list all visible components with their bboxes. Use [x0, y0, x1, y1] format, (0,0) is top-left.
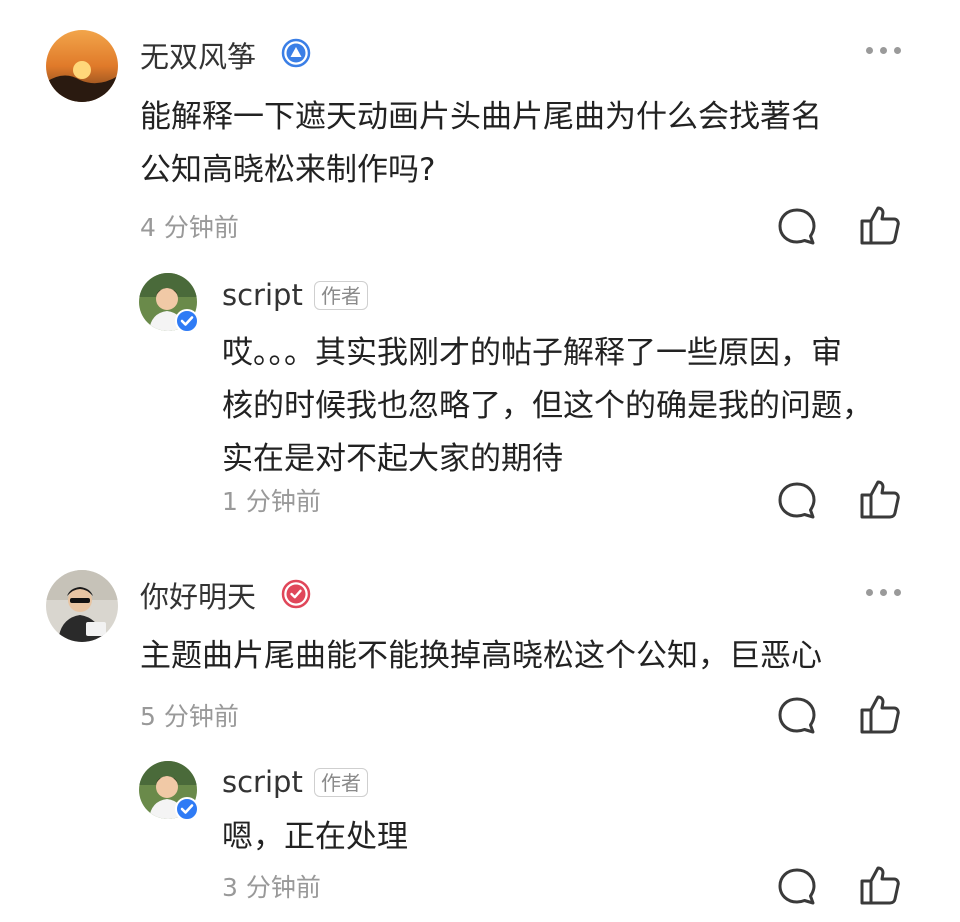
comment-time: 5 分钟前 [140, 702, 239, 731]
text-line: 主题曲片尾曲能不能换掉高晓松这个公知，巨恶心 [140, 638, 822, 674]
avatar[interactable] [46, 30, 118, 102]
blue-verified-check-icon [175, 797, 199, 825]
thumbs-up-icon[interactable] [858, 477, 902, 521]
thumbs-up-icon[interactable] [858, 203, 902, 247]
text-line: 哎。。。其实我刚才的帖子解释了一些原因，审 [222, 335, 842, 371]
comment-text: 主题曲片尾曲能不能换掉高晓松这个公知，巨恶心 [140, 630, 822, 683]
comment-author[interactable]: 无双风筝 [140, 34, 256, 76]
text-line: 核的时候我也忽略了，但这个的确是我的问题， [222, 388, 873, 424]
reply-time: 1 分钟前 [222, 487, 321, 516]
author-tag: 作者 [314, 281, 368, 310]
reply-author[interactable]: script [222, 278, 303, 312]
red-check-badge-icon [281, 579, 311, 613]
reply-time: 3 分钟前 [222, 873, 321, 902]
comment-bubble-icon[interactable] [776, 206, 818, 248]
reply-author[interactable]: script [222, 765, 303, 799]
thumbs-up-icon[interactable] [858, 863, 902, 907]
more-horizontal-icon[interactable] [866, 47, 901, 54]
thumbs-up-icon[interactable] [858, 692, 902, 736]
comment-bubble-icon[interactable] [776, 480, 818, 522]
text-line: 实在是对不起大家的期待 [222, 441, 563, 477]
text-line: 嗯，正在处理 [222, 819, 408, 855]
blue-verified-check-icon [175, 309, 199, 337]
comment-time: 4 分钟前 [140, 213, 239, 242]
comment-author[interactable]: 你好明天 [140, 574, 256, 616]
avatar[interactable] [46, 570, 118, 642]
reply-text: 嗯，正在处理 [222, 811, 408, 864]
comment-item: 你好明天 主题曲片尾曲能不能换掉高晓松这个公知，巨恶心 5 分钟前 script… [0, 560, 960, 922]
comment-text: 能解释一下遮天动画片头曲片尾曲为什么会找著名 公知高晓松来制作吗? [140, 91, 822, 197]
comment-bubble-icon[interactable] [776, 866, 818, 908]
comment-item: 无双风筝 能解释一下遮天动画片头曲片尾曲为什么会找著名 公知高晓松来制作吗? 4… [0, 0, 960, 560]
more-horizontal-icon[interactable] [866, 589, 901, 596]
comment-bubble-icon[interactable] [776, 695, 818, 737]
reply-text: 哎。。。其实我刚才的帖子解释了一些原因，审 核的时候我也忽略了，但这个的确是我的… [222, 327, 873, 486]
text-line: 公知高晓松来制作吗? [140, 152, 436, 188]
text-line: 能解释一下遮天动画片头曲片尾曲为什么会找著名 [140, 99, 822, 135]
blue-triangle-badge-icon [281, 38, 311, 72]
author-tag: 作者 [314, 768, 368, 797]
